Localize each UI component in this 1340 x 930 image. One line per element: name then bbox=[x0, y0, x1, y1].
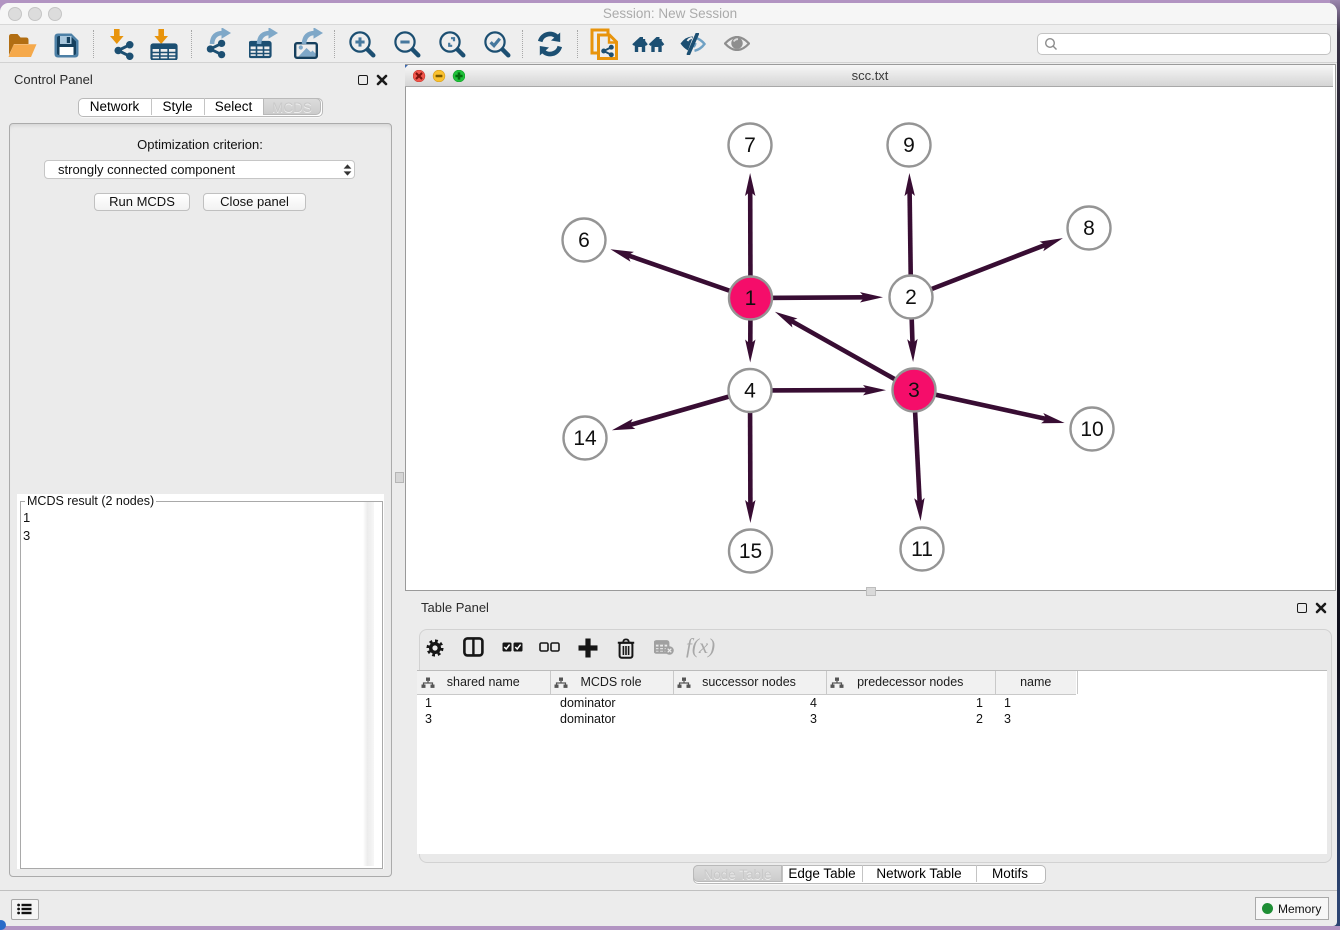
svg-text:9: 9 bbox=[903, 134, 915, 157]
svg-text:8: 8 bbox=[1083, 217, 1095, 240]
svg-text:10: 10 bbox=[1080, 418, 1103, 441]
svg-text:7: 7 bbox=[744, 134, 756, 157]
svg-text:3: 3 bbox=[908, 379, 920, 402]
svg-text:14: 14 bbox=[573, 427, 597, 450]
svg-text:6: 6 bbox=[578, 229, 590, 252]
svg-text:15: 15 bbox=[739, 540, 762, 563]
svg-text:1: 1 bbox=[745, 287, 757, 310]
svg-text:2: 2 bbox=[905, 286, 917, 309]
svg-text:4: 4 bbox=[744, 380, 756, 403]
svg-text:11: 11 bbox=[911, 538, 933, 561]
